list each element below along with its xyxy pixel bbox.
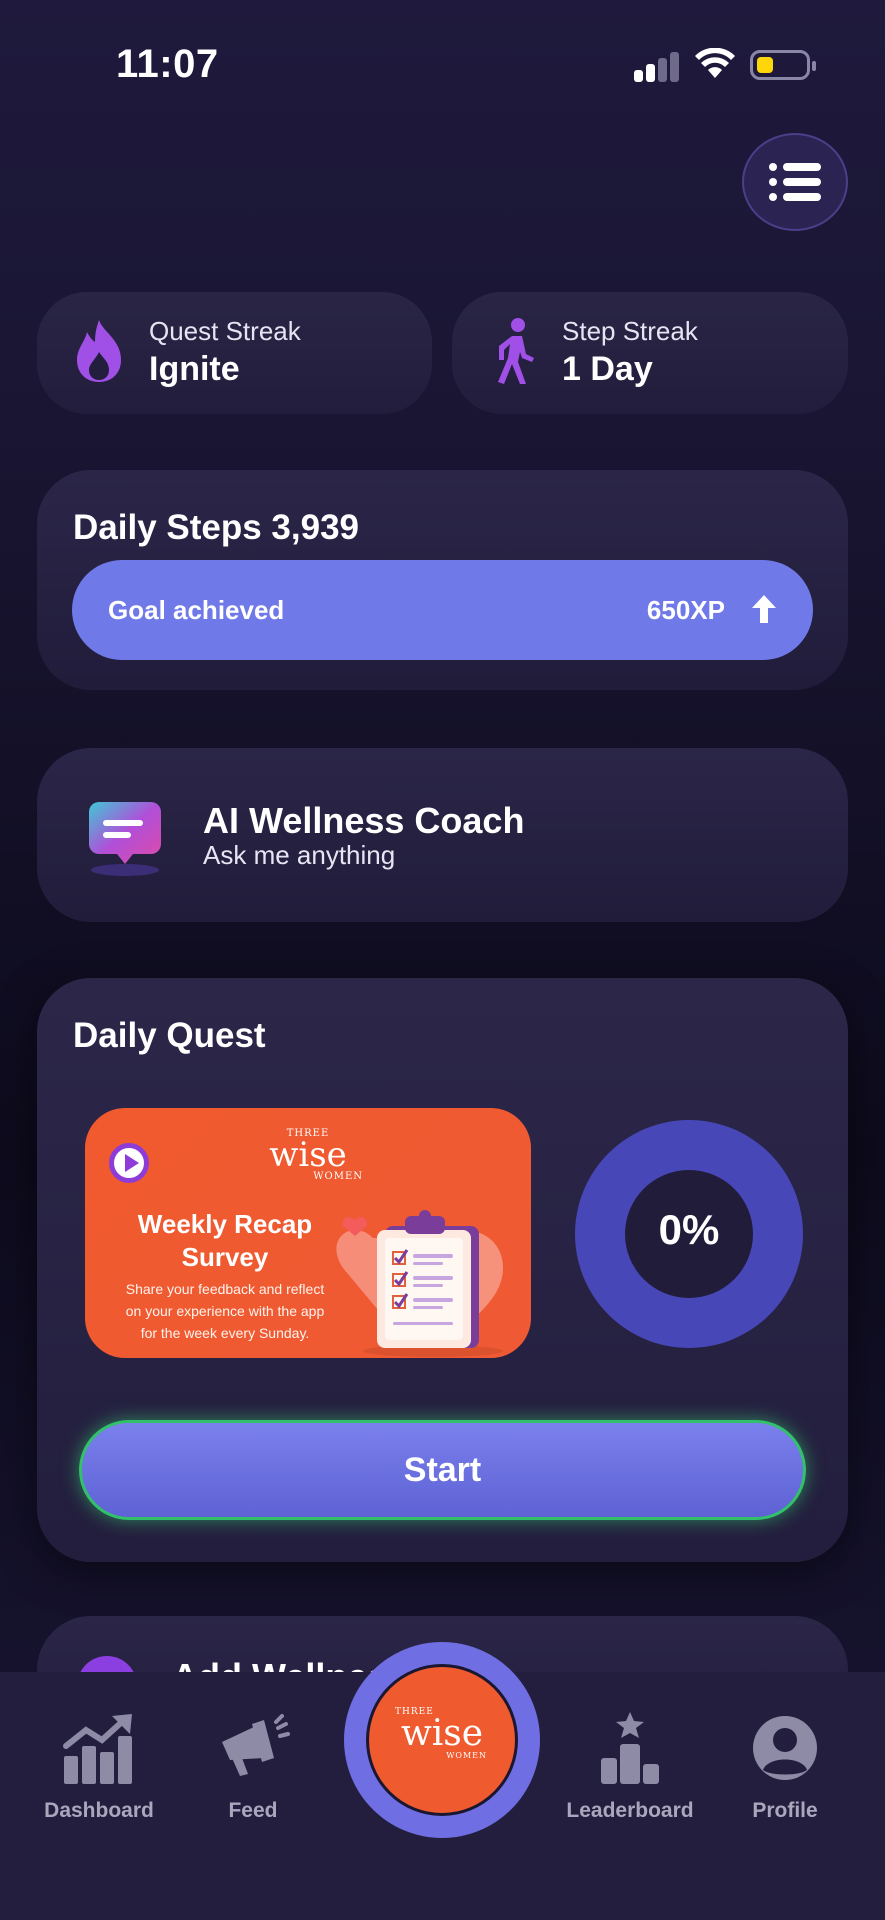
start-quest-button[interactable]: Start bbox=[79, 1420, 806, 1520]
coach-title: AI Wellness Coach bbox=[203, 800, 525, 841]
step-streak-label: Step Streak bbox=[562, 316, 698, 346]
ai-coach-card[interactable]: AI Wellness Coach Ask me anything bbox=[37, 748, 848, 922]
nav-leaderboard-label: Leaderboard bbox=[566, 1799, 694, 1822]
daily-quest-title: Daily Quest bbox=[73, 1016, 266, 1055]
weekly-recap-survey-card[interactable]: THREE wise WOMEN Weekly Recap Survey Sha… bbox=[85, 1108, 531, 1358]
quest-progress-percent: 0% bbox=[658, 1206, 720, 1253]
battery-icon bbox=[750, 50, 816, 80]
goal-achieved-pill[interactable]: Goal achieved 650XP bbox=[72, 560, 813, 660]
megaphone-icon bbox=[222, 1714, 290, 1776]
step-streak-value: 1 Day bbox=[562, 350, 653, 388]
survey-description: Share your feedback and reflect on your … bbox=[125, 1281, 325, 1341]
xp-value: 650XP bbox=[646, 595, 725, 625]
quest-streak-value: Ignite bbox=[149, 350, 240, 388]
quest-streak-label: Quest Streak bbox=[149, 316, 301, 346]
arrow-up-icon bbox=[752, 595, 776, 623]
coach-subtitle: Ask me anything bbox=[203, 840, 396, 870]
wifi-icon bbox=[695, 48, 735, 78]
daily-steps-card: Daily Steps 3,939 Goal achieved 650XP bbox=[37, 470, 848, 690]
menu-button[interactable] bbox=[742, 133, 848, 231]
list-menu-icon bbox=[769, 163, 821, 201]
user-avatar-icon bbox=[753, 1716, 817, 1780]
walking-icon bbox=[498, 318, 534, 384]
chart-growth-icon bbox=[63, 1714, 132, 1784]
nav-profile[interactable]: Profile bbox=[710, 1712, 860, 1823]
nav-dashboard[interactable]: Dashboard bbox=[24, 1712, 174, 1823]
home-brand-button[interactable]: THREE wise WOMEN bbox=[344, 1642, 540, 1838]
nav-feed-label: Feed bbox=[228, 1799, 278, 1822]
status-time: 11:07 bbox=[116, 42, 219, 86]
quest-streak-card[interactable]: Quest Streak Ignite bbox=[37, 292, 432, 414]
nav-leaderboard[interactable]: Leaderboard bbox=[555, 1712, 705, 1823]
three-wise-women-logo: THREE wise WOMEN bbox=[269, 1128, 363, 1182]
daily-steps-title: Daily Steps 3,939 bbox=[73, 508, 359, 547]
nav-dashboard-label: Dashboard bbox=[44, 1799, 154, 1822]
step-streak-card[interactable]: Step Streak 1 Day bbox=[452, 292, 848, 414]
cellular-signal-icon bbox=[634, 52, 680, 82]
play-icon[interactable] bbox=[109, 1143, 149, 1183]
three-wise-women-logo: THREE wise WOMEN bbox=[395, 1707, 487, 1760]
status-bar: 11:07 bbox=[0, 0, 885, 130]
survey-heading: Weekly Recap Survey bbox=[137, 1209, 313, 1272]
clipboard-checklist-icon bbox=[336, 1210, 503, 1357]
nav-feed[interactable]: Feed bbox=[178, 1712, 328, 1823]
quest-progress-donut: 0% bbox=[575, 1120, 803, 1348]
brand-logo-circle: THREE wise WOMEN bbox=[366, 1664, 518, 1816]
nav-profile-label: Profile bbox=[752, 1799, 818, 1822]
chat-bubble-icon bbox=[89, 802, 161, 876]
goal-status-text: Goal achieved bbox=[108, 595, 285, 625]
daily-quest-card: Daily Quest THREE wise WOMEN Weekly Reca… bbox=[37, 978, 848, 1562]
flame-icon bbox=[77, 320, 121, 382]
podium-star-icon bbox=[601, 1712, 659, 1784]
